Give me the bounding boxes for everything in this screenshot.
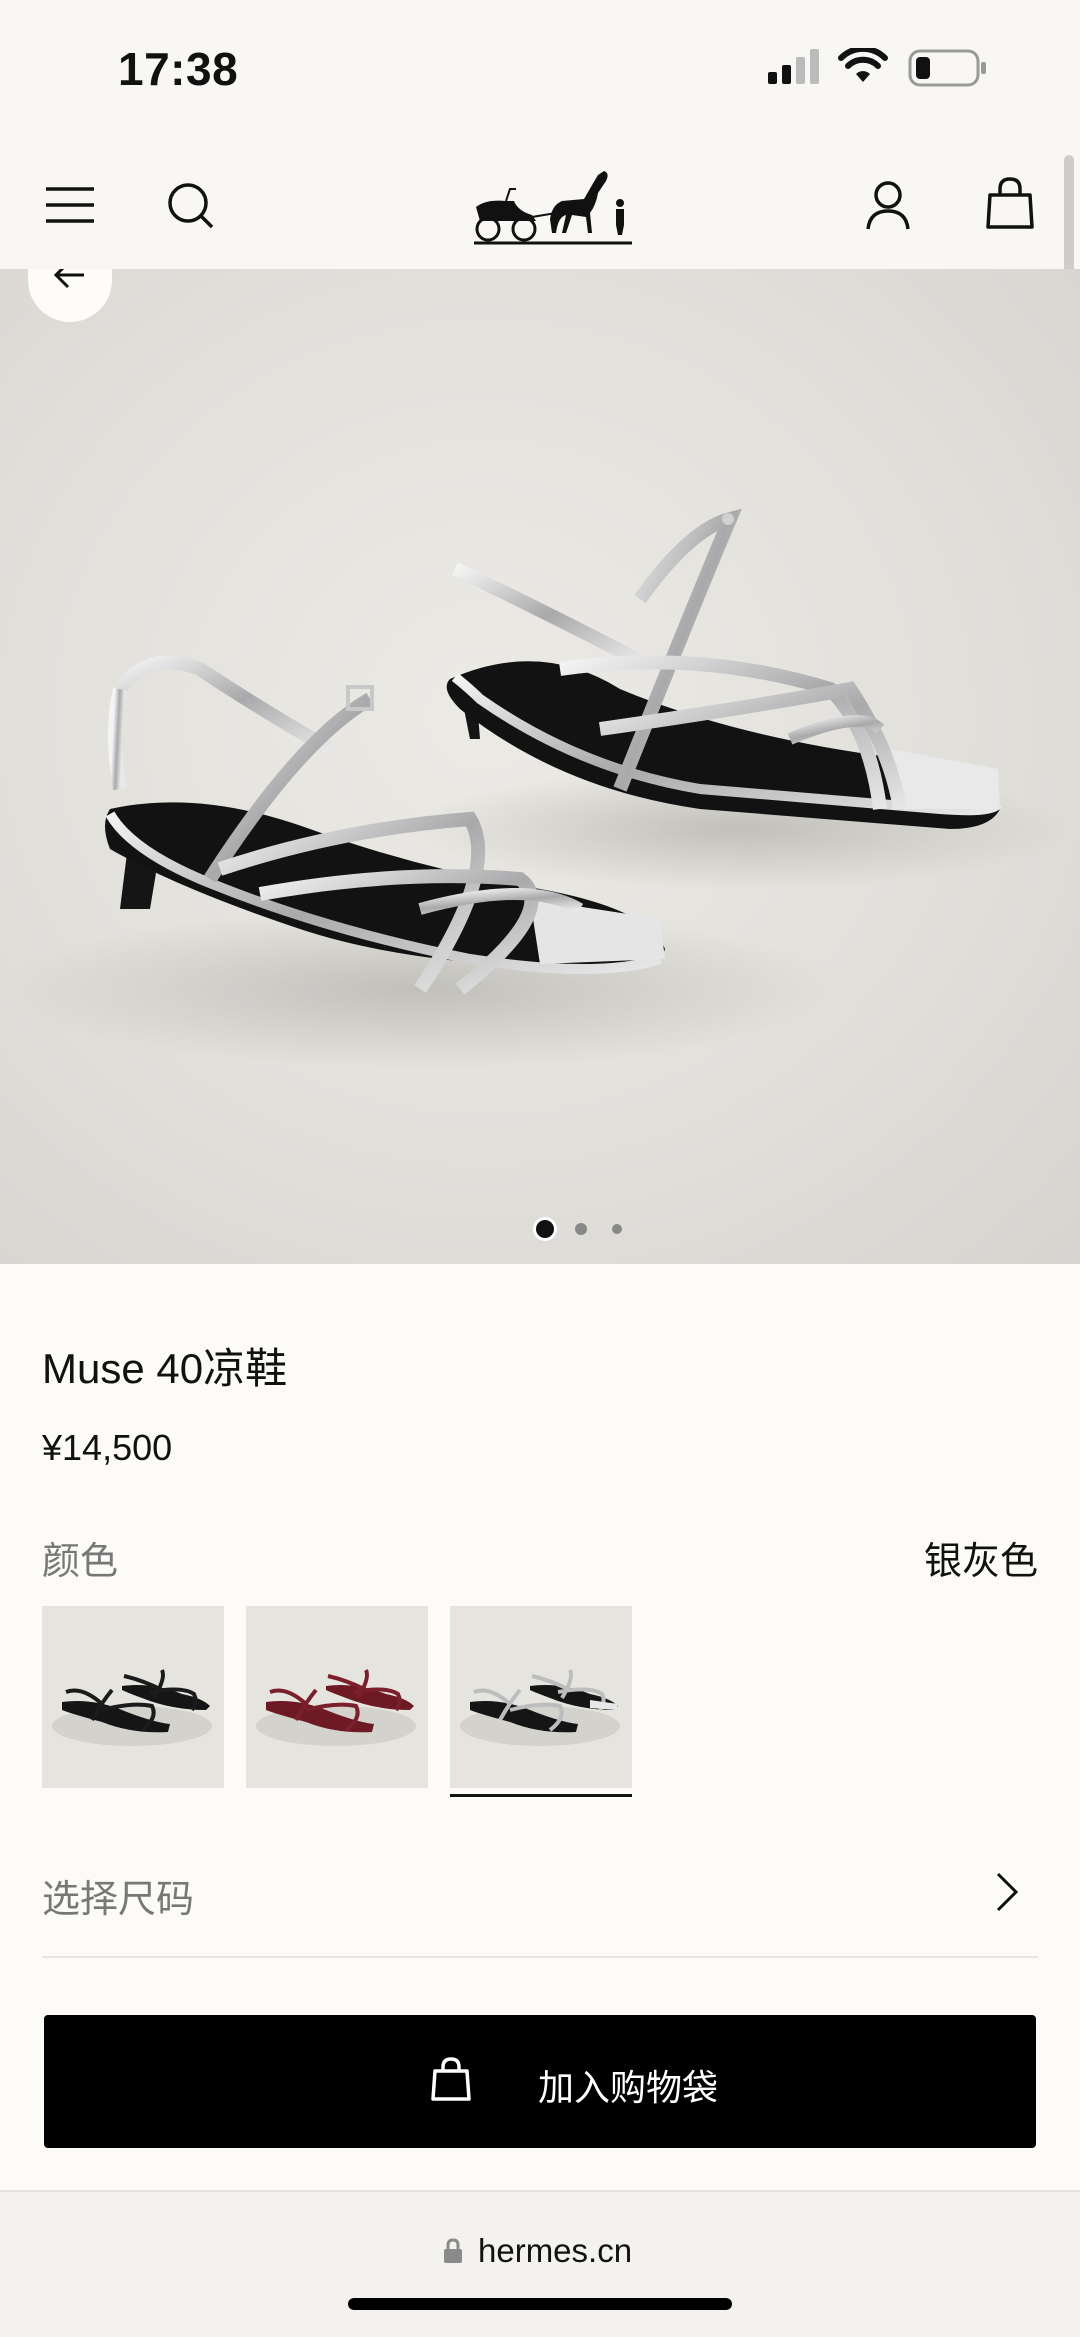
cellular-signal-icon (768, 48, 824, 89)
url-text: hermes.cn (478, 2232, 633, 2269)
account-button[interactable] (848, 165, 928, 245)
account-icon (866, 181, 910, 230)
search-icon (168, 183, 214, 229)
battery-icon (908, 48, 988, 93)
product-title: Muse 40凉鞋 (42, 1345, 288, 1392)
hermes-logo[interactable] (466, 149, 636, 249)
shopping-bag-button[interactable] (970, 165, 1050, 245)
color-label: 颜色 (42, 1541, 119, 1583)
black-sandal-thumbnail (52, 1669, 212, 1746)
chevron-right-icon (996, 1872, 1019, 1912)
add-to-bag-button[interactable]: 加入购物袋 (44, 2015, 1036, 2148)
gallery-pagination (0, 1220, 1080, 1240)
menu-button[interactable] (30, 165, 110, 245)
selected-color-value: 银灰色 (923, 1541, 1038, 1583)
color-swatch-black[interactable] (42, 1606, 224, 1788)
browser-address-bar[interactable]: hermes.cn (0, 2190, 1080, 2337)
app-header (0, 135, 1080, 269)
wifi-icon (838, 45, 888, 89)
home-indicator[interactable] (348, 2298, 732, 2310)
gallery-dot[interactable] (612, 1224, 622, 1234)
burgundy-sandal-thumbnail (256, 1669, 416, 1746)
color-swatch-silver[interactable] (450, 1606, 632, 1788)
search-button[interactable] (150, 165, 230, 245)
gallery-dot[interactable] (536, 1220, 554, 1238)
add-to-bag-label: 加入购物袋 (538, 2067, 719, 2108)
silver-sandals-image (0, 508, 1070, 1069)
gallery-dot[interactable] (575, 1223, 587, 1235)
menu-icon (46, 187, 94, 223)
product-price: ¥14,500 (42, 1427, 173, 1468)
status-time: 17:38 (118, 43, 239, 95)
shopping-bag-icon (986, 177, 1034, 229)
status-bar: 17:38 (0, 0, 1080, 135)
selected-swatch-indicator (450, 1794, 632, 1797)
shopping-bag-icon (431, 2057, 471, 2101)
arrow-left-icon (53, 269, 84, 289)
size-selector[interactable]: 选择尺码 (42, 1846, 1038, 1958)
product-image-gallery[interactable] (0, 269, 1080, 1264)
size-label: 选择尺码 (42, 1879, 195, 1921)
lock-icon (444, 2238, 462, 2263)
silver-sandal-thumbnail (460, 1669, 620, 1746)
color-swatch-burgundy[interactable] (246, 1606, 428, 1788)
carriage-logo-icon (474, 171, 632, 245)
